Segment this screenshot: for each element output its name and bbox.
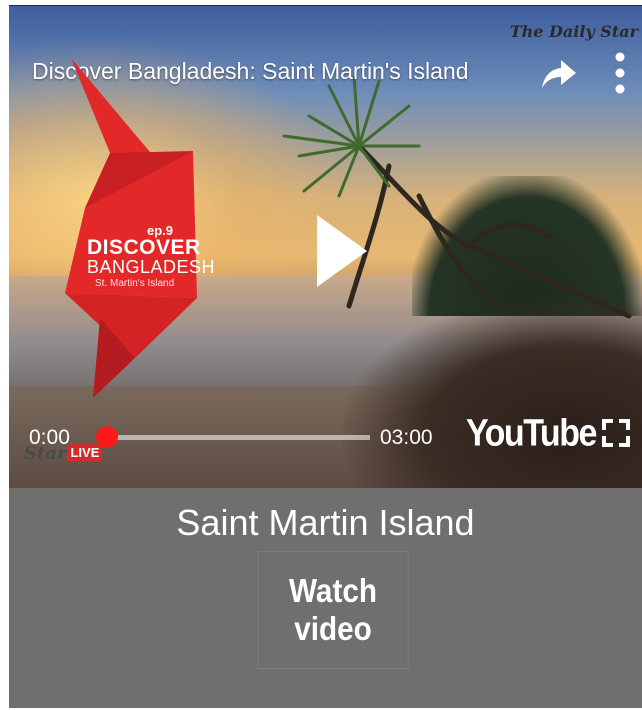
total-duration: 03:00: [380, 426, 433, 449]
video-caption: Saint Martin Island: [176, 502, 475, 543]
share-button[interactable]: [540, 54, 578, 92]
logo-place: St. Martin's Island: [95, 278, 175, 289]
logo-word-bangladesh: BANGLADESH: [87, 257, 216, 277]
progress-bar[interactable]: [107, 435, 370, 440]
video-player[interactable]: Discover Bangladesh: Saint Martin's Isla…: [9, 6, 642, 488]
channel-watermark: The Daily Star: [509, 22, 638, 41]
play-button[interactable]: [309, 211, 371, 291]
fullscreen-icon: [602, 419, 630, 447]
watch-video-button[interactable]: Watch video: [257, 551, 409, 669]
fullscreen-button[interactable]: [601, 418, 631, 448]
more-options-button[interactable]: [609, 50, 631, 96]
logo-shape: [65, 58, 197, 398]
star-live-bug: Star LIVE: [24, 443, 103, 465]
youtube-logo[interactable]: YouTube: [466, 412, 597, 456]
vertical-dots-icon: [615, 52, 625, 94]
star-bug-text: Star: [24, 443, 67, 464]
play-icon: [317, 215, 367, 287]
live-bug-badge: LIVE: [67, 444, 103, 461]
video-card: Discover Bangladesh: Saint Martin's Isla…: [9, 6, 642, 708]
share-arrow-icon: [542, 60, 576, 88]
discover-bangladesh-logo: ep.9 DISCOVER BANGLADESH St. Martin's Is…: [65, 58, 225, 398]
